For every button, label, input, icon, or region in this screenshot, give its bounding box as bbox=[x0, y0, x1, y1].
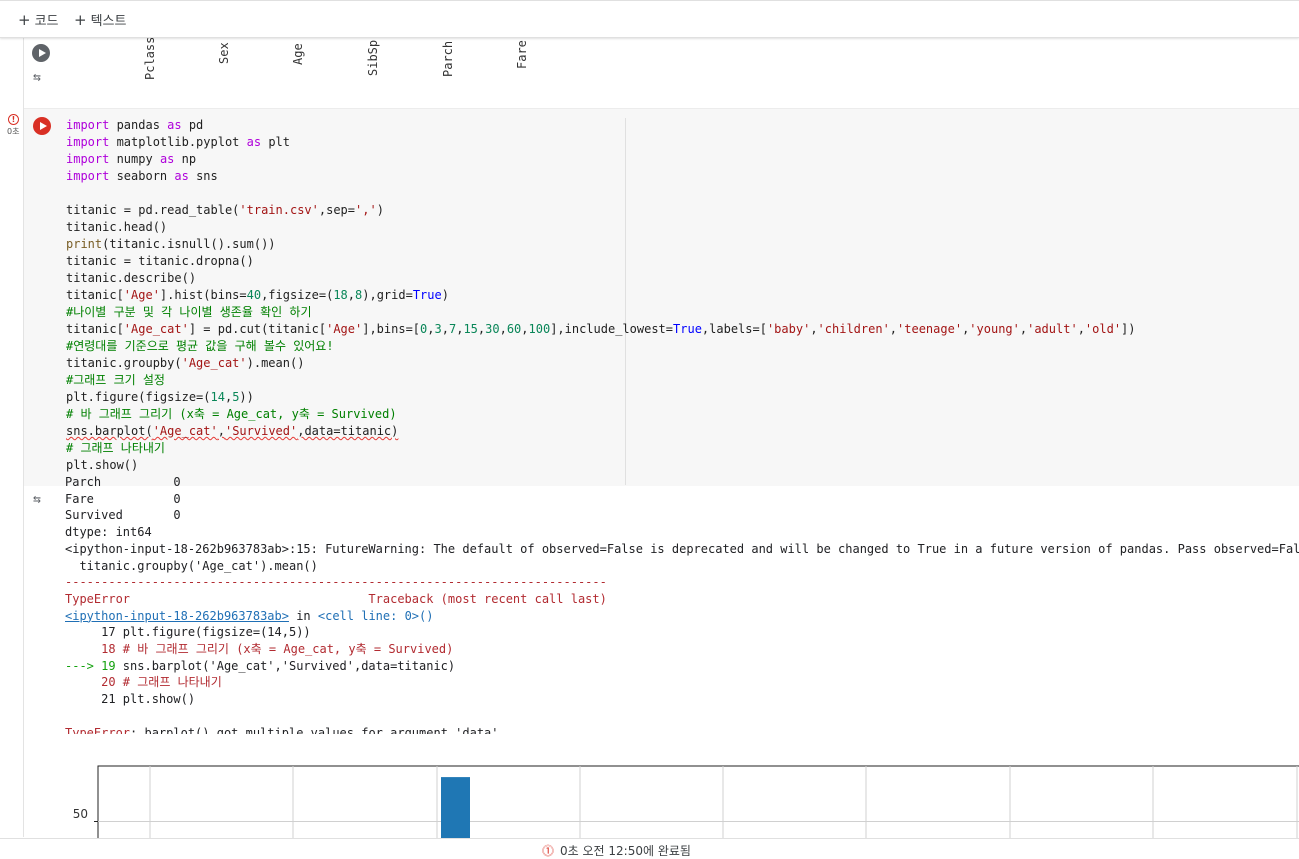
run-cell-error-button[interactable] bbox=[33, 117, 51, 135]
column-header: Sex bbox=[217, 42, 231, 64]
traceback-line: 21 plt.show() bbox=[65, 692, 196, 707]
output-line: dtype: int64 bbox=[65, 525, 152, 540]
error-message: : barplot() got multiple values for argu… bbox=[130, 725, 499, 734]
error-name: TypeError bbox=[65, 725, 131, 734]
y-tick-label: 50 bbox=[73, 807, 88, 821]
column-header: Age bbox=[291, 43, 305, 65]
code-editor[interactable]: import pandas as pd import matplotlib.py… bbox=[66, 117, 1136, 474]
traceback-arrow: ---> 19 bbox=[65, 658, 123, 673]
axes-frame bbox=[97, 765, 1299, 840]
traceback-line: 17 plt.figure(figsize=(14,5)) bbox=[65, 625, 311, 640]
column-header: Fare bbox=[515, 40, 529, 69]
histogram-bar bbox=[441, 777, 470, 840]
status-bar: ⓵ 0초 오전 12:50에 완료됨 bbox=[0, 838, 1299, 858]
output-toggle-icon[interactable]: ⇆ bbox=[33, 492, 51, 508]
error-icon: ! bbox=[8, 114, 19, 125]
error-icon: ⓵ bbox=[542, 844, 555, 858]
output-line: Fare 0 bbox=[65, 491, 181, 506]
cell-line-ref: <cell line: 0>() bbox=[317, 608, 434, 623]
run-cell-button[interactable] bbox=[32, 44, 50, 62]
traceback-link[interactable]: <ipython-input-18-262b963783ab> bbox=[65, 609, 289, 623]
output-line: Parch 0 bbox=[65, 475, 181, 489]
warning-code-line: titanic.groupby('Age_cat').mean() bbox=[65, 558, 318, 573]
traceback-separator: ----------------------------------------… bbox=[65, 575, 607, 590]
plus-icon: + bbox=[18, 11, 31, 29]
output-line: Survived 0 bbox=[65, 508, 181, 523]
column-header: Parch bbox=[441, 40, 455, 77]
histogram-chart: 50 bbox=[73, 765, 1299, 840]
notebook-toolbar: + 코드 + 텍스트 bbox=[0, 0, 1299, 38]
add-code-button[interactable]: + 코드 bbox=[18, 10, 59, 29]
column-header: Pclass bbox=[143, 36, 157, 80]
chart-grid bbox=[94, 765, 1299, 840]
execution-time: 0초 bbox=[7, 127, 20, 136]
warning-line: <ipython-input-18-262b963783ab>:15: Futu… bbox=[65, 541, 1299, 556]
add-text-button[interactable]: + 텍스트 bbox=[74, 10, 126, 29]
plus-icon: + bbox=[74, 11, 87, 29]
traceback-header: TypeError Traceback (most recent call la… bbox=[65, 591, 607, 606]
output-toggle-icon[interactable]: ⇆ bbox=[33, 70, 51, 86]
cell-output: Parch 0 Fare 0 Survived 0 dtype: int64 <… bbox=[65, 474, 1299, 734]
traceback-error-code: sns.barplot('Age_cat','Survived',data=ti… bbox=[122, 658, 456, 673]
column-header: SibSp bbox=[366, 39, 380, 76]
traceback-line: 20 # 그래프 나타내기 bbox=[65, 675, 222, 690]
traceback-line: 18 # 바 그래프 그리기 (x축 = Age_cat, y축 = Survi… bbox=[65, 642, 454, 657]
chart-bars bbox=[441, 777, 470, 840]
